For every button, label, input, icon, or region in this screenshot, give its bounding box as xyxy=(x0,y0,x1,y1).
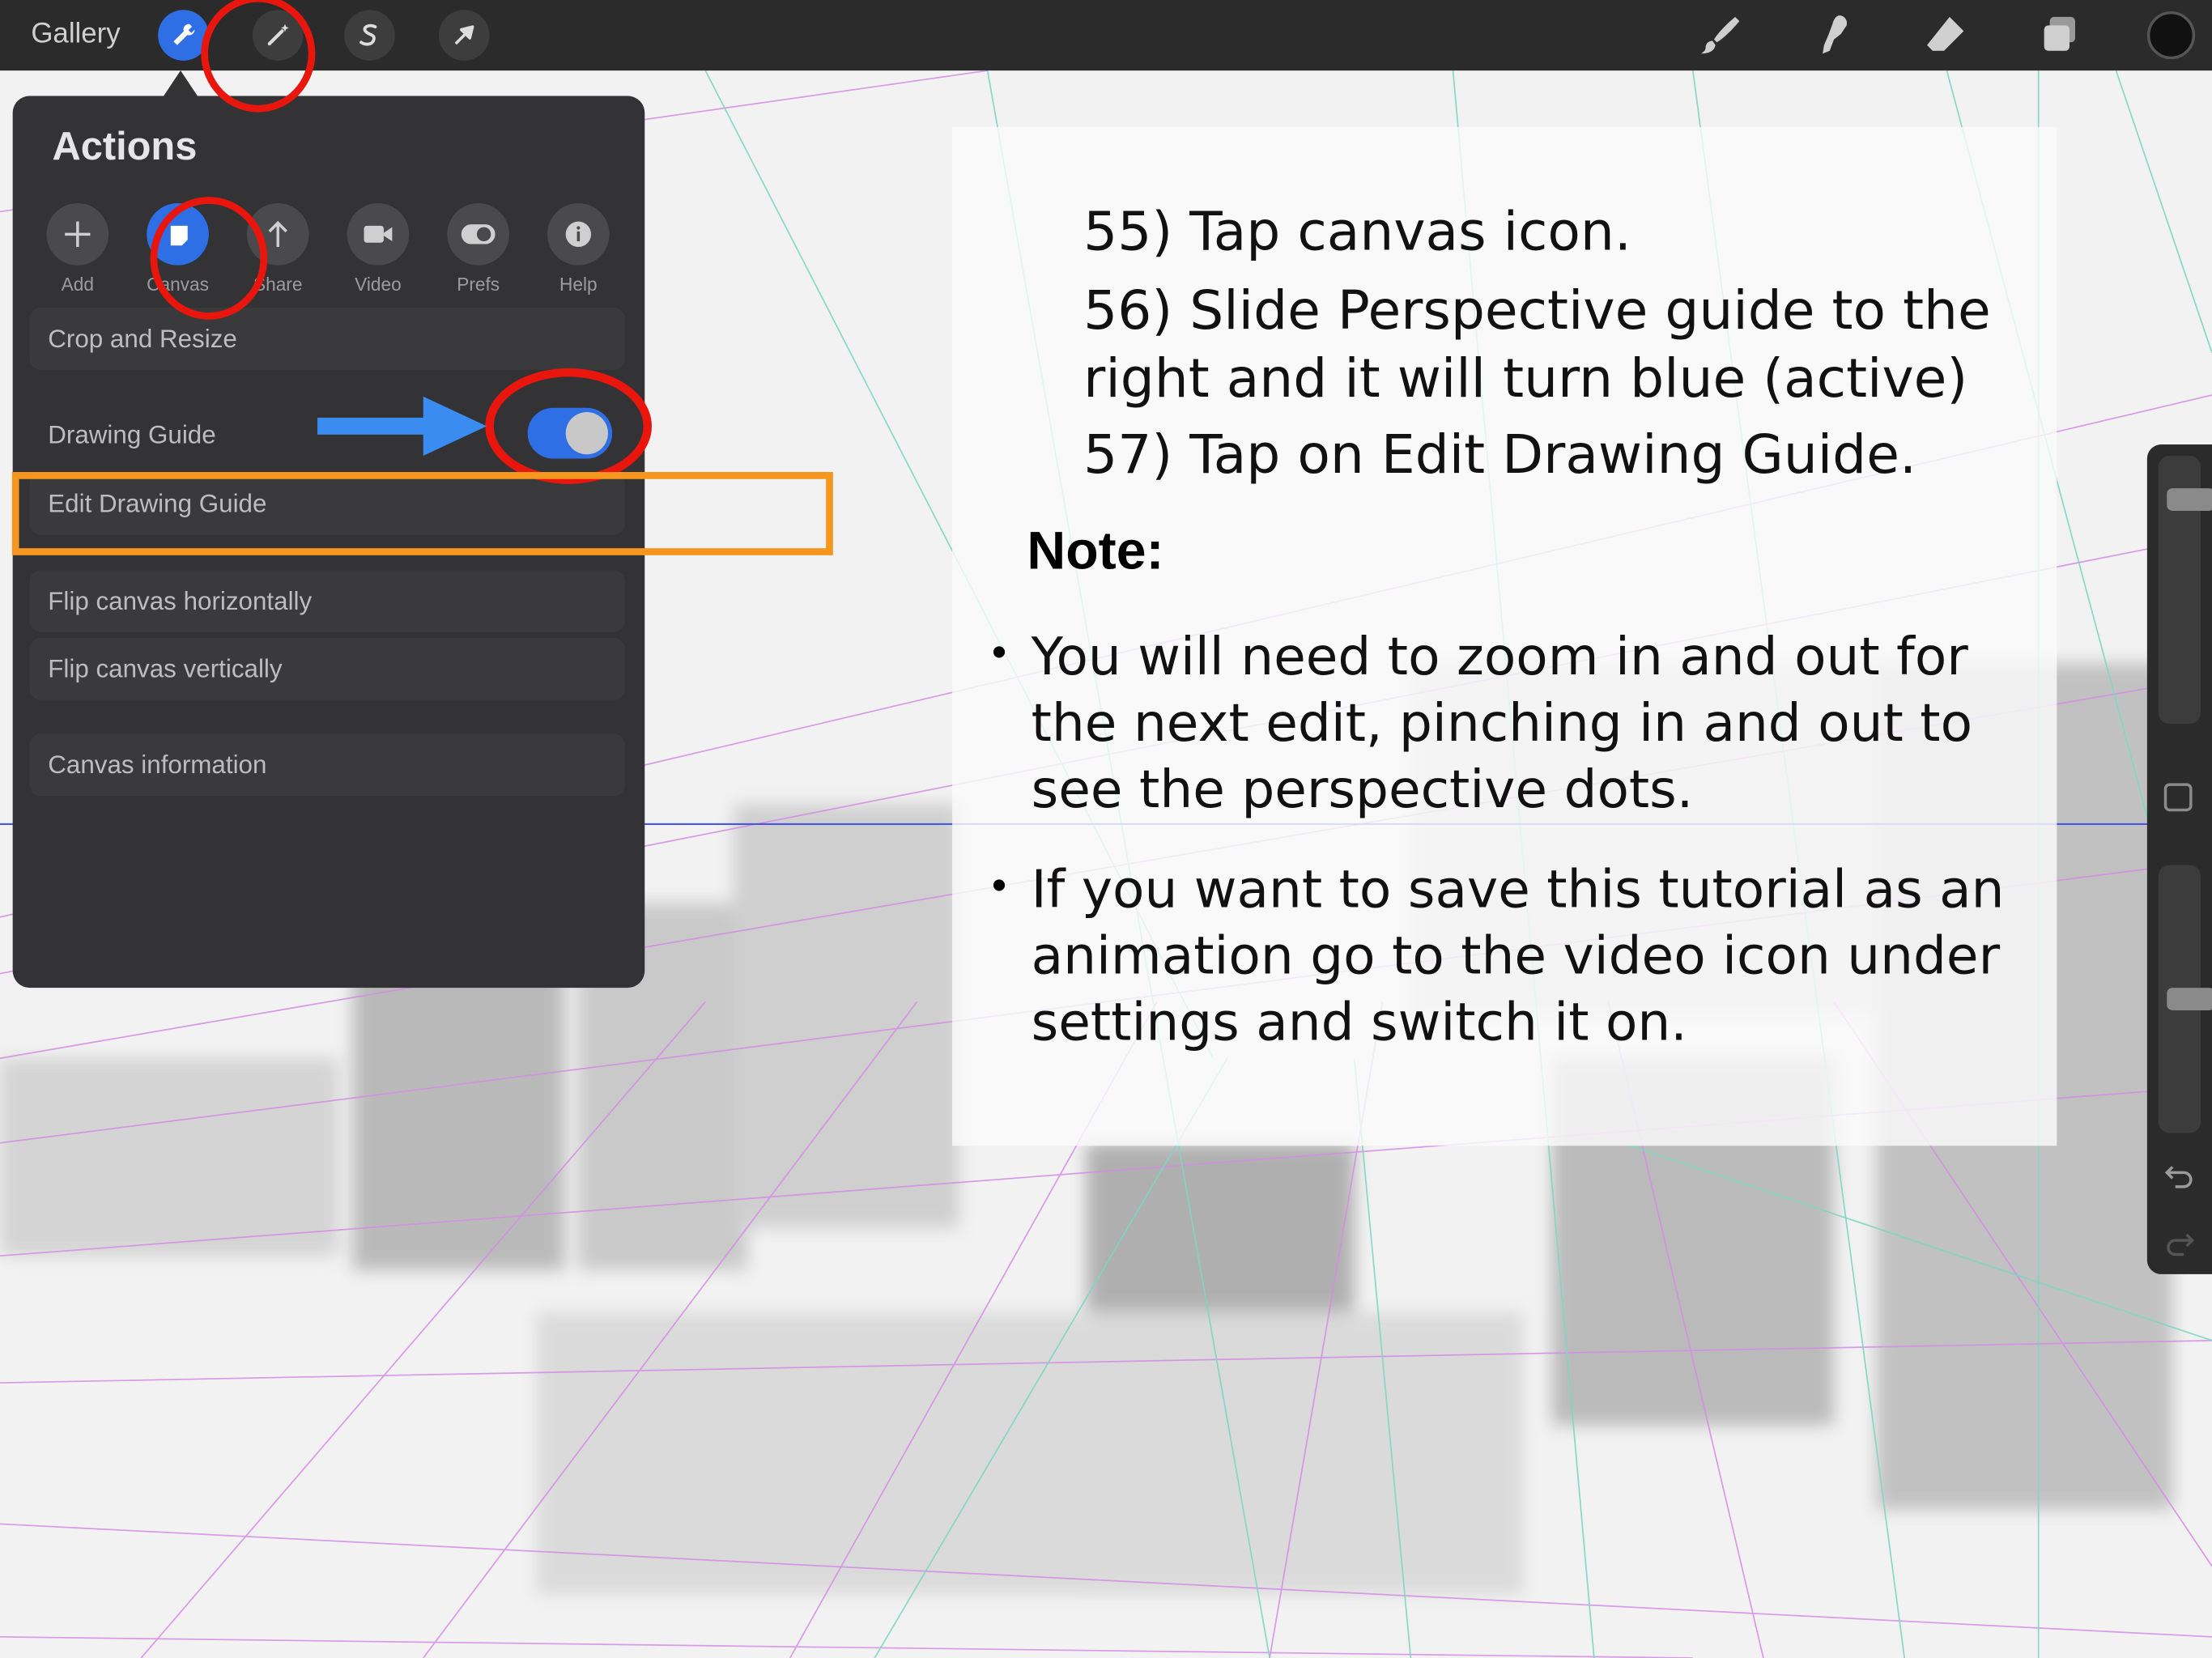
eraser-icon xyxy=(1927,16,1964,51)
actions-panel: Actions Add Canvas Share Video Prefs Hel… xyxy=(12,96,645,988)
drawing-guide-toggle[interactable] xyxy=(527,407,613,459)
right-sidebar xyxy=(2146,444,2212,1274)
tab-share[interactable]: Share xyxy=(236,202,321,295)
brush-icon xyxy=(1701,16,1740,54)
tab-label: Video xyxy=(355,274,402,295)
plus-icon xyxy=(65,221,91,248)
step-56: 56) Slide Perspective guide to the right… xyxy=(1083,279,1991,410)
toolbar: Gallery xyxy=(0,0,2212,71)
toggle-icon xyxy=(461,224,496,244)
row-label: Edit Drawing Guide xyxy=(48,489,267,518)
brush-tool-button[interactable] xyxy=(1693,8,1746,62)
magic-wand-icon xyxy=(267,23,289,46)
modify-button-icon[interactable] xyxy=(2163,783,2193,812)
wrench-icon xyxy=(173,23,195,45)
note-title: Note: xyxy=(1027,521,1164,582)
toggle-knob xyxy=(565,411,608,455)
canvas-information-item[interactable]: Canvas information xyxy=(29,733,625,797)
tab-prefs[interactable]: Prefs xyxy=(436,202,521,295)
actions-button[interactable] xyxy=(158,10,209,61)
crop-and-resize-item[interactable]: Crop and Resize xyxy=(29,307,625,370)
tab-label: Canvas xyxy=(147,274,209,295)
undo-icon[interactable] xyxy=(2164,1161,2195,1189)
color-swatch[interactable] xyxy=(2146,11,2196,60)
tab-add[interactable]: Add xyxy=(36,202,121,295)
smudge-tool-button[interactable] xyxy=(1806,8,1859,62)
transform-arrow-icon xyxy=(454,25,474,45)
note-bullet-2: If you want to save this tutorial as an … xyxy=(1031,859,2005,1053)
tab-label: Add xyxy=(61,274,94,295)
step-55: 55) Tap canvas icon. xyxy=(1083,200,1631,263)
adjustments-button[interactable] xyxy=(252,10,304,61)
bullet-dot: • xyxy=(991,861,1007,909)
canvas-icon xyxy=(170,225,188,246)
brush-size-thumb[interactable] xyxy=(2167,488,2212,512)
layers-icon xyxy=(2044,16,2075,51)
tab-label: Prefs xyxy=(457,274,500,295)
layers-button[interactable] xyxy=(2033,8,2087,62)
step-57: 57) Tap on Edit Drawing Guide. xyxy=(1083,423,1917,486)
tab-label: Share xyxy=(253,274,303,295)
info-icon xyxy=(565,221,592,248)
tab-video[interactable]: Video xyxy=(336,202,421,295)
smudge-icon xyxy=(1823,15,1848,54)
note-bullet-1: You will need to zoom in and out for the… xyxy=(1031,626,1973,820)
edit-drawing-guide-item[interactable]: Edit Drawing Guide xyxy=(29,472,625,535)
tutorial-card: 55) Tap canvas icon. 56) Slide Perspecti… xyxy=(952,126,2057,1146)
flip-vertical-item[interactable]: Flip canvas vertically xyxy=(29,637,625,700)
opacity-slider[interactable] xyxy=(2158,865,2212,1133)
gallery-button[interactable]: Gallery xyxy=(31,19,120,51)
panel-title: Actions xyxy=(52,124,198,168)
row-label: Drawing Guide xyxy=(48,420,216,449)
popover-pointer xyxy=(164,70,198,96)
redo-icon[interactable] xyxy=(2164,1229,2195,1257)
row-label: Crop and Resize xyxy=(48,324,237,353)
tab-help[interactable]: Help xyxy=(536,202,621,295)
video-camera-icon xyxy=(364,225,393,243)
row-label: Flip canvas horizontally xyxy=(48,587,313,615)
selection-icon xyxy=(359,23,377,46)
tab-canvas[interactable]: Canvas xyxy=(135,202,220,295)
transform-button[interactable] xyxy=(438,10,490,61)
brush-size-slider[interactable] xyxy=(2158,455,2212,725)
flip-horizontal-item[interactable]: Flip canvas horizontally xyxy=(29,570,625,632)
opacity-thumb[interactable] xyxy=(2167,988,2212,1010)
selection-button[interactable] xyxy=(344,10,395,61)
share-arrow-icon xyxy=(268,220,287,248)
eraser-tool-button[interactable] xyxy=(1919,8,1972,62)
row-label: Canvas information xyxy=(48,750,267,780)
bullet-dot: • xyxy=(991,629,1007,676)
tab-label: Help xyxy=(559,274,598,295)
row-label: Flip canvas vertically xyxy=(48,654,283,683)
